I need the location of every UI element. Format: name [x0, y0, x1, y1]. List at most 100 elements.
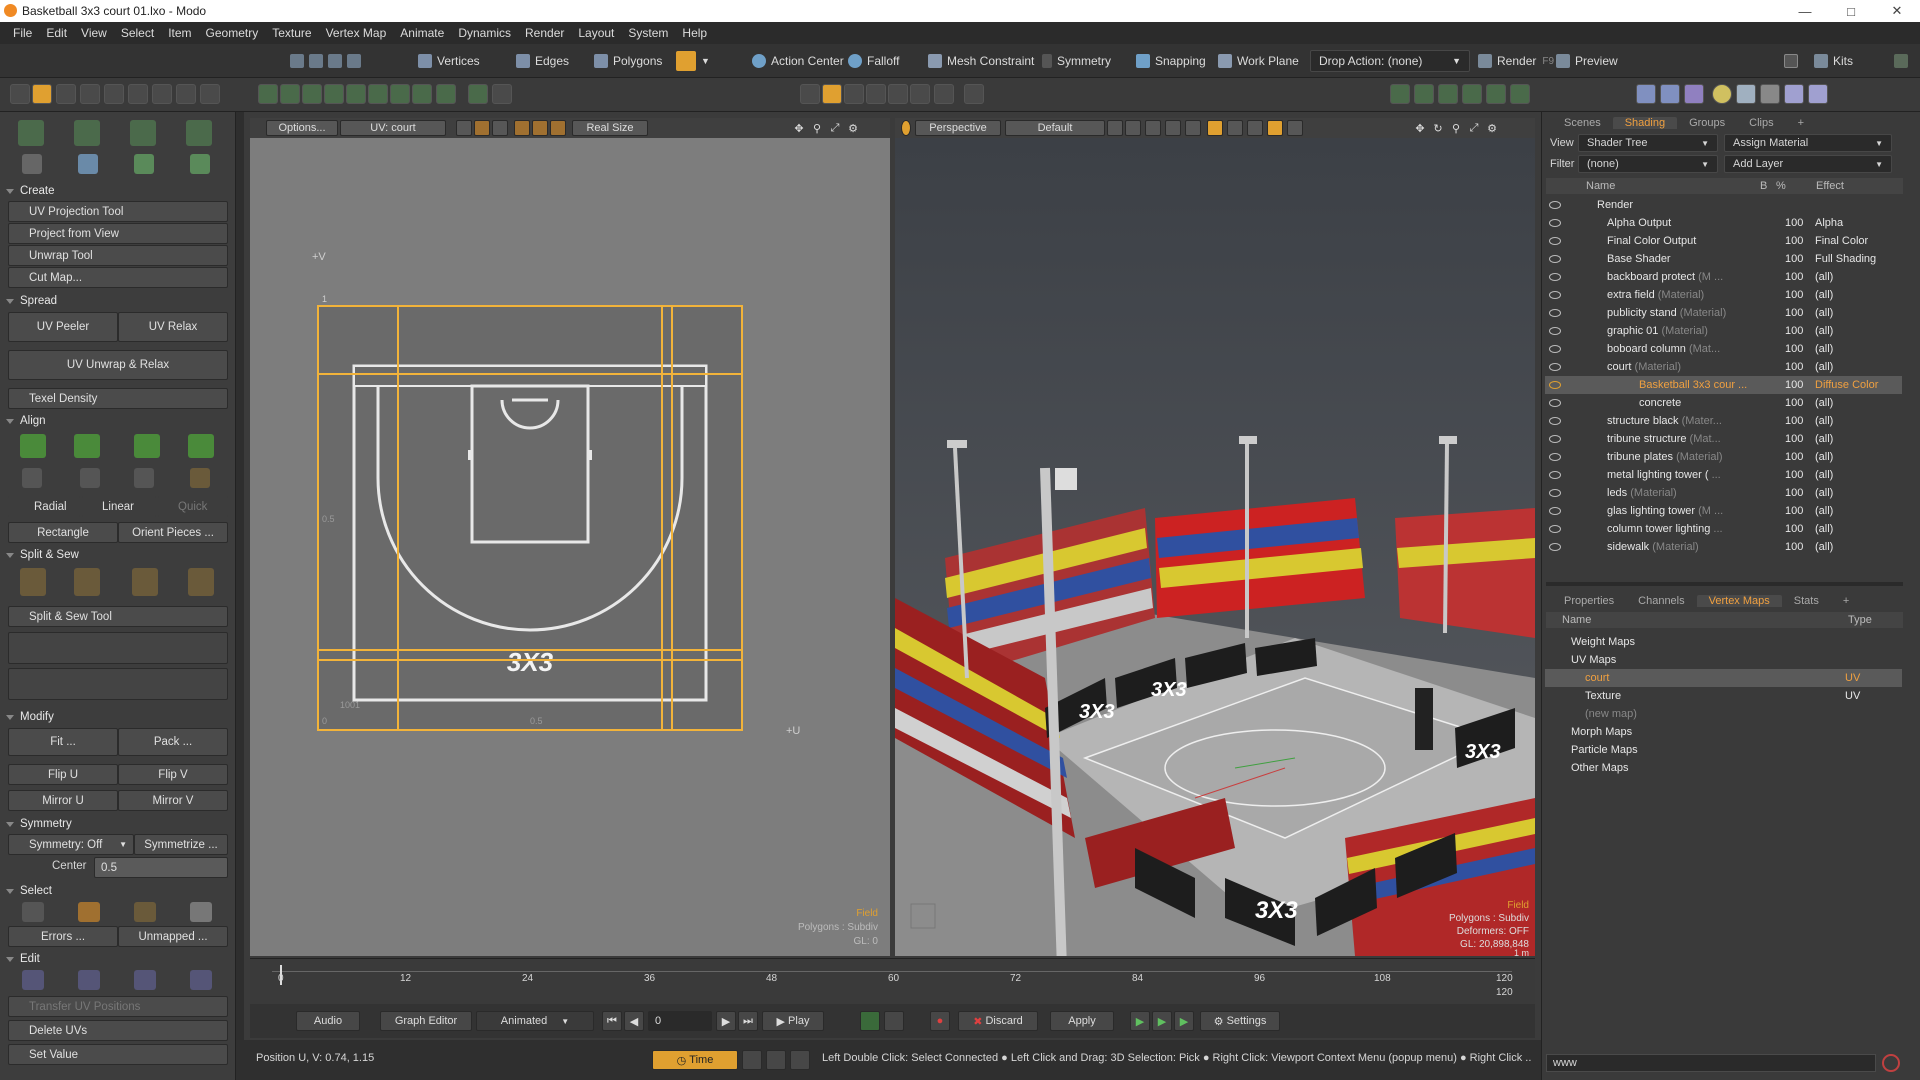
- visibility-eye-icon[interactable]: [1549, 291, 1561, 299]
- sphere-icon[interactable]: [1784, 84, 1804, 104]
- uv-tool-icon-1[interactable]: [18, 120, 44, 146]
- item-mode-button[interactable]: ▼: [676, 50, 710, 72]
- shader-row-render[interactable]: Render: [1545, 196, 1902, 214]
- drop-action-dropdown[interactable]: Drop Action: (none) ▼: [1310, 50, 1470, 72]
- skip-end-icon[interactable]: ⏭: [738, 1011, 758, 1031]
- vp-rotate-icon[interactable]: ↻: [1431, 120, 1445, 136]
- vp-view-icon-3[interactable]: [1145, 120, 1161, 136]
- settings-gear-icon[interactable]: ⚙: [846, 120, 860, 136]
- brush-icon[interactable]: [56, 84, 76, 104]
- select-icon[interactable]: [309, 54, 323, 68]
- paint-select-icon[interactable]: [347, 54, 361, 68]
- section-symmetry[interactable]: Symmetry: [6, 815, 228, 833]
- hierarchy-icon[interactable]: [1438, 84, 1458, 104]
- split-icon-1[interactable]: [20, 568, 46, 596]
- cut-map-button[interactable]: Cut Map...: [8, 267, 228, 288]
- viewport-cube-icon[interactable]: [800, 84, 820, 104]
- vp-view-icon-6[interactable]: [1207, 120, 1223, 136]
- visibility-eye-icon[interactable]: [1549, 471, 1561, 479]
- visibility-eye-icon[interactable]: [1549, 327, 1561, 335]
- vmap-row-particle-maps[interactable]: Particle Maps: [1545, 741, 1902, 759]
- refresh-icon[interactable]: [200, 84, 220, 104]
- unwrap-tool-button[interactable]: Unwrap Tool: [8, 245, 228, 266]
- split-sew-tool-button[interactable]: Split & Sew Tool: [8, 606, 228, 627]
- edit-pencil-icon[interactable]: [1549, 381, 1561, 389]
- close-icon[interactable]: ✕: [1874, 0, 1920, 22]
- select-icon-3[interactable]: [134, 902, 156, 922]
- kits-button[interactable]: Kits: [1814, 50, 1853, 72]
- texel-density-button[interactable]: Texel Density: [8, 388, 228, 409]
- menu-select[interactable]: Select: [114, 26, 161, 40]
- menu-system[interactable]: System: [621, 26, 675, 40]
- add-icon[interactable]: [468, 84, 488, 104]
- uv-view-icon-5[interactable]: [532, 120, 548, 136]
- section-create[interactable]: Create: [6, 182, 228, 200]
- tab-channels[interactable]: Channels: [1626, 595, 1696, 607]
- vp-view-icon-7[interactable]: [1227, 120, 1243, 136]
- visibility-eye-icon[interactable]: [1549, 345, 1561, 353]
- visibility-eye-icon[interactable]: [1549, 237, 1561, 245]
- align-left-icon[interactable]: [134, 434, 160, 458]
- image-icon[interactable]: [1462, 84, 1482, 104]
- play-loop-icon[interactable]: ▶: [1152, 1011, 1172, 1031]
- group-shader-icon[interactable]: [1808, 84, 1828, 104]
- shader-row-glas-lighting-tower[interactable]: glas lighting tower (M ... 100 (all): [1545, 502, 1902, 520]
- menu-render[interactable]: Render: [518, 26, 571, 40]
- assign-material-dropdown[interactable]: Assign Material ▼: [1724, 134, 1892, 152]
- panel-divider[interactable]: [236, 112, 244, 1080]
- symmetrize-button[interactable]: Symmetrize ...: [134, 834, 228, 855]
- vmap-row-weight-maps[interactable]: Weight Maps: [1545, 633, 1902, 651]
- vmap-row-uv-maps[interactable]: UV Maps: [1545, 651, 1902, 669]
- mesh-icon[interactable]: [258, 84, 278, 104]
- tab-stats[interactable]: Stats: [1782, 595, 1831, 607]
- action-center-button[interactable]: Action Center: [752, 50, 844, 72]
- search-button[interactable]: [1784, 50, 1803, 72]
- menu-geometry[interactable]: Geometry: [199, 26, 266, 40]
- uv-layout-icon[interactable]: [822, 84, 842, 104]
- delete-uvs-button[interactable]: Delete UVs: [8, 1020, 228, 1041]
- play-button[interactable]: ▶ Play: [762, 1011, 824, 1031]
- section-spread[interactable]: Spread: [6, 292, 228, 310]
- environment-icon[interactable]: [1660, 84, 1680, 104]
- vp-zoom-icon[interactable]: ⚲: [1449, 120, 1463, 136]
- falloff-button[interactable]: Falloff: [848, 50, 899, 72]
- add-layout-icon[interactable]: [964, 84, 984, 104]
- add-tab-icon[interactable]: +: [1831, 595, 1861, 607]
- menu-layout[interactable]: Layout: [571, 26, 621, 40]
- render-view-icon[interactable]: [934, 84, 954, 104]
- uv-options-button[interactable]: Options...: [266, 120, 338, 136]
- scene-canvas[interactable]: 3X3 3X3 3X3 3X3 Field Polygons : Subdiv …: [895, 118, 1535, 956]
- section-align[interactable]: Align: [6, 412, 228, 430]
- status-icon-3[interactable]: [790, 1050, 810, 1070]
- record-icon[interactable]: ●: [930, 1011, 950, 1031]
- uv-grid-icon[interactable]: [32, 84, 52, 104]
- linear-button[interactable]: Linear: [82, 496, 156, 517]
- shader-row-backboard-protect[interactable]: backboard protect (M ... 100 (all): [1545, 268, 1902, 286]
- uv-unwrap-relax-button[interactable]: UV Unwrap & Relax: [8, 350, 228, 380]
- maximize-icon[interactable]: □: [1828, 0, 1874, 22]
- edges-button[interactable]: Edges: [516, 50, 569, 72]
- rotate-ccw-icon[interactable]: [80, 468, 100, 488]
- visibility-eye-icon[interactable]: [1549, 219, 1561, 227]
- uv-tool-icon-8[interactable]: [190, 154, 210, 174]
- transfer-uv-positions-button[interactable]: Transfer UV Positions: [8, 996, 228, 1017]
- apply-button[interactable]: Apply: [1050, 1011, 1114, 1031]
- perspective-dropdown[interactable]: Perspective: [915, 120, 1001, 136]
- vertices-button[interactable]: Vertices: [418, 50, 480, 72]
- shader-row-column-tower-lighting[interactable]: column tower lighting ... 100 (all): [1545, 520, 1902, 538]
- shader-row-extra-field[interactable]: extra field (Material) 100 (all): [1545, 286, 1902, 304]
- unmapped-button[interactable]: Unmapped ...: [118, 926, 228, 947]
- visibility-eye-icon[interactable]: [1549, 435, 1561, 443]
- visibility-eye-icon[interactable]: [1549, 525, 1561, 533]
- uv-view-icon-2[interactable]: [474, 120, 490, 136]
- layout-toggle-button[interactable]: [1894, 50, 1913, 72]
- vmap-row-texture[interactable]: Texture UV: [1545, 687, 1902, 705]
- discard-button[interactable]: ✖ Discard: [958, 1011, 1038, 1031]
- menu-edit[interactable]: Edit: [39, 26, 74, 40]
- bevel-icon[interactable]: [302, 84, 322, 104]
- graph-editor-button[interactable]: Graph Editor: [380, 1011, 472, 1031]
- transform-icon[interactable]: [280, 84, 300, 104]
- sculpt-icon[interactable]: [104, 84, 124, 104]
- cube-icon[interactable]: [10, 84, 30, 104]
- vmap-row-other-maps[interactable]: Other Maps: [1545, 759, 1902, 777]
